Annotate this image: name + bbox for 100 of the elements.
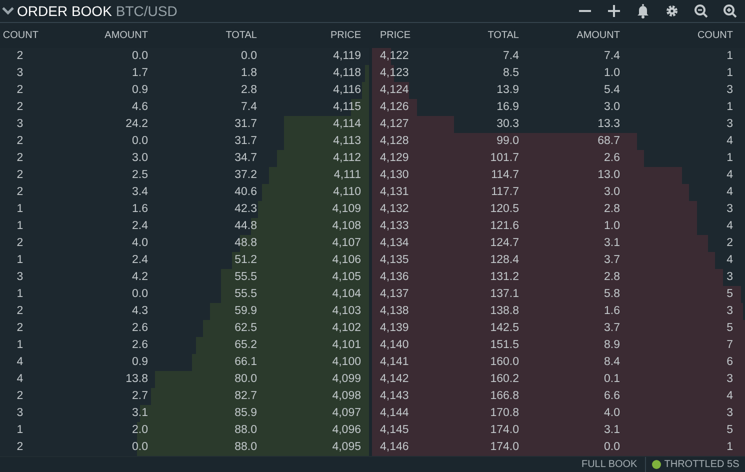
table-cell-text: 4.0: [131, 236, 148, 251]
table-cell-text: 4,111: [332, 168, 361, 183]
table-cell-text: 4,106: [331, 253, 361, 268]
table-cell-text: 2: [16, 100, 24, 115]
table-cell-text: 124.7: [489, 236, 519, 251]
table-cell-text: 4,119: [332, 49, 361, 64]
table-cell-text: 2: [16, 440, 24, 455]
table-cell-text: 121.6: [489, 219, 519, 234]
table-cell-text: 4,128: [380, 134, 410, 149]
table-cell-text: 3: [16, 117, 24, 132]
table-cell-text: 4,104: [331, 287, 361, 302]
table-cell-text: 62.5: [234, 321, 257, 336]
table-cell-text: 1.7: [131, 66, 148, 81]
table-cell-text: 4,131: [380, 185, 410, 200]
column-header: COUNT: [696, 29, 733, 43]
table-cell-text: 114.7: [490, 168, 519, 183]
table-cell-text: 1.8: [240, 66, 257, 81]
table-cell-text: 5: [726, 287, 733, 302]
table-cell-text: 2.6: [603, 151, 620, 166]
table-cell-text: 4,116: [332, 83, 361, 98]
table-cell-text: 4,126: [380, 100, 410, 115]
table-cell-text: 4,105: [331, 270, 361, 285]
table-cell-text: 8.5: [502, 66, 519, 81]
table-cell-text: 4,107: [331, 236, 361, 251]
table-cell-text: 2: [16, 83, 24, 98]
table-cell-text: 65.2: [234, 338, 257, 353]
table-cell-text: 2: [16, 389, 24, 404]
table-cell-text: 8.9: [603, 338, 620, 353]
table-cell-text: 1: [16, 202, 24, 217]
table-cell-text: 3: [726, 270, 733, 285]
table-cell-text: 1: [726, 151, 733, 166]
table-cell-text: 4,115: [332, 100, 361, 115]
table-cell-text: 1.6: [131, 202, 148, 217]
table-cell-text: 3: [726, 83, 733, 98]
table-cell-text: 1: [726, 66, 733, 81]
table-cell-text: 4,140: [380, 338, 410, 353]
table-cell-text: 0.0: [131, 287, 148, 302]
full-book-link[interactable]: FULL BOOK: [581, 456, 646, 472]
table-cell-text: 4,145: [380, 423, 410, 438]
table-cell-text: 4,103: [331, 304, 361, 319]
table-cell-text: 3.1: [131, 406, 148, 421]
table-cell-text: 4,110: [332, 185, 361, 200]
table-cell-text: 37.2: [234, 168, 257, 183]
table-cell-text: 31.7: [234, 117, 257, 132]
table-cell-text: 88.0: [234, 440, 257, 455]
table-cell-text: 2: [16, 49, 24, 64]
panel-title: ORDER BOOK: [17, 2, 112, 20]
table-cell-text: 0.9: [131, 355, 148, 370]
chevron-down-icon[interactable]: [2, 7, 14, 15]
table-cell-text: 4: [726, 185, 733, 200]
table-cell-text: 2: [16, 185, 24, 200]
table-cell-text: 4: [16, 372, 24, 387]
table-cell-text: 80.0: [234, 372, 257, 387]
table-cell-text: 42.3: [234, 202, 257, 217]
table-cell-text: 138.8: [489, 304, 519, 319]
table-cell-text: 4,136: [380, 270, 410, 285]
table-cell-text: 1: [16, 287, 24, 302]
table-cell-text: 4,101: [331, 338, 361, 353]
table-cell-text: 4,130: [380, 168, 410, 183]
table-cell-text: 6: [726, 355, 733, 370]
table-cell-text: 3: [16, 406, 24, 421]
table-cell-text: 4,133: [380, 219, 410, 234]
table-cell-text: 85.9: [234, 406, 257, 421]
table-cell-text: 0.9: [131, 83, 148, 98]
table-cell-text: 1: [16, 253, 24, 268]
table-cell-text: 4,135: [380, 253, 410, 268]
table-cell-text: 3: [726, 304, 733, 319]
table-cell-text: 7.4: [603, 49, 620, 64]
table-cell-text: 5.8: [603, 287, 620, 302]
table-cell-text: 7.4: [240, 100, 257, 115]
column-header: TOTAL: [486, 29, 519, 43]
zoom-in-icon: [722, 2, 738, 20]
table-cell-text: 0.0: [131, 49, 148, 64]
table-cell-text: 4,096: [331, 423, 361, 438]
table-cell-text: 4,097: [331, 406, 361, 421]
table-cell-text: 5: [726, 423, 733, 438]
table-cell-text: 48.8: [234, 236, 257, 251]
table-cell-text: 137.1: [489, 287, 519, 302]
table-cell-text: 2: [16, 236, 24, 251]
table-cell-text: 1: [726, 100, 733, 115]
table-cell-text: 13.9: [496, 83, 519, 98]
table-cell-text: 4,127: [380, 117, 410, 132]
table-cell-text: 3: [16, 270, 24, 285]
table-cell-text: 13.0: [596, 168, 620, 183]
table-cell-text: 1.6: [603, 304, 620, 319]
table-cell-text: 51.2: [234, 253, 257, 268]
table-cell-text: 2.6: [131, 338, 148, 353]
table-cell-text: 4,146: [380, 440, 410, 455]
table-cell-text: 13.3: [596, 117, 620, 132]
table-cell-text: 16.9: [496, 100, 519, 115]
table-cell-text: 24.2: [124, 117, 148, 132]
table-cell-text: 2.4: [131, 219, 148, 234]
pair-label: BTC/USD: [116, 2, 178, 20]
table-cell-text: 101.7: [489, 151, 519, 166]
table-cell-text: 4,122: [380, 49, 410, 64]
column-header: COUNT: [2, 29, 40, 43]
table-cell-text: 2.0: [131, 423, 148, 438]
table-cell-text: 44.8: [234, 219, 257, 234]
table-cell-text: 4,129: [380, 151, 410, 166]
table-cell-text: 82.7: [234, 389, 257, 404]
